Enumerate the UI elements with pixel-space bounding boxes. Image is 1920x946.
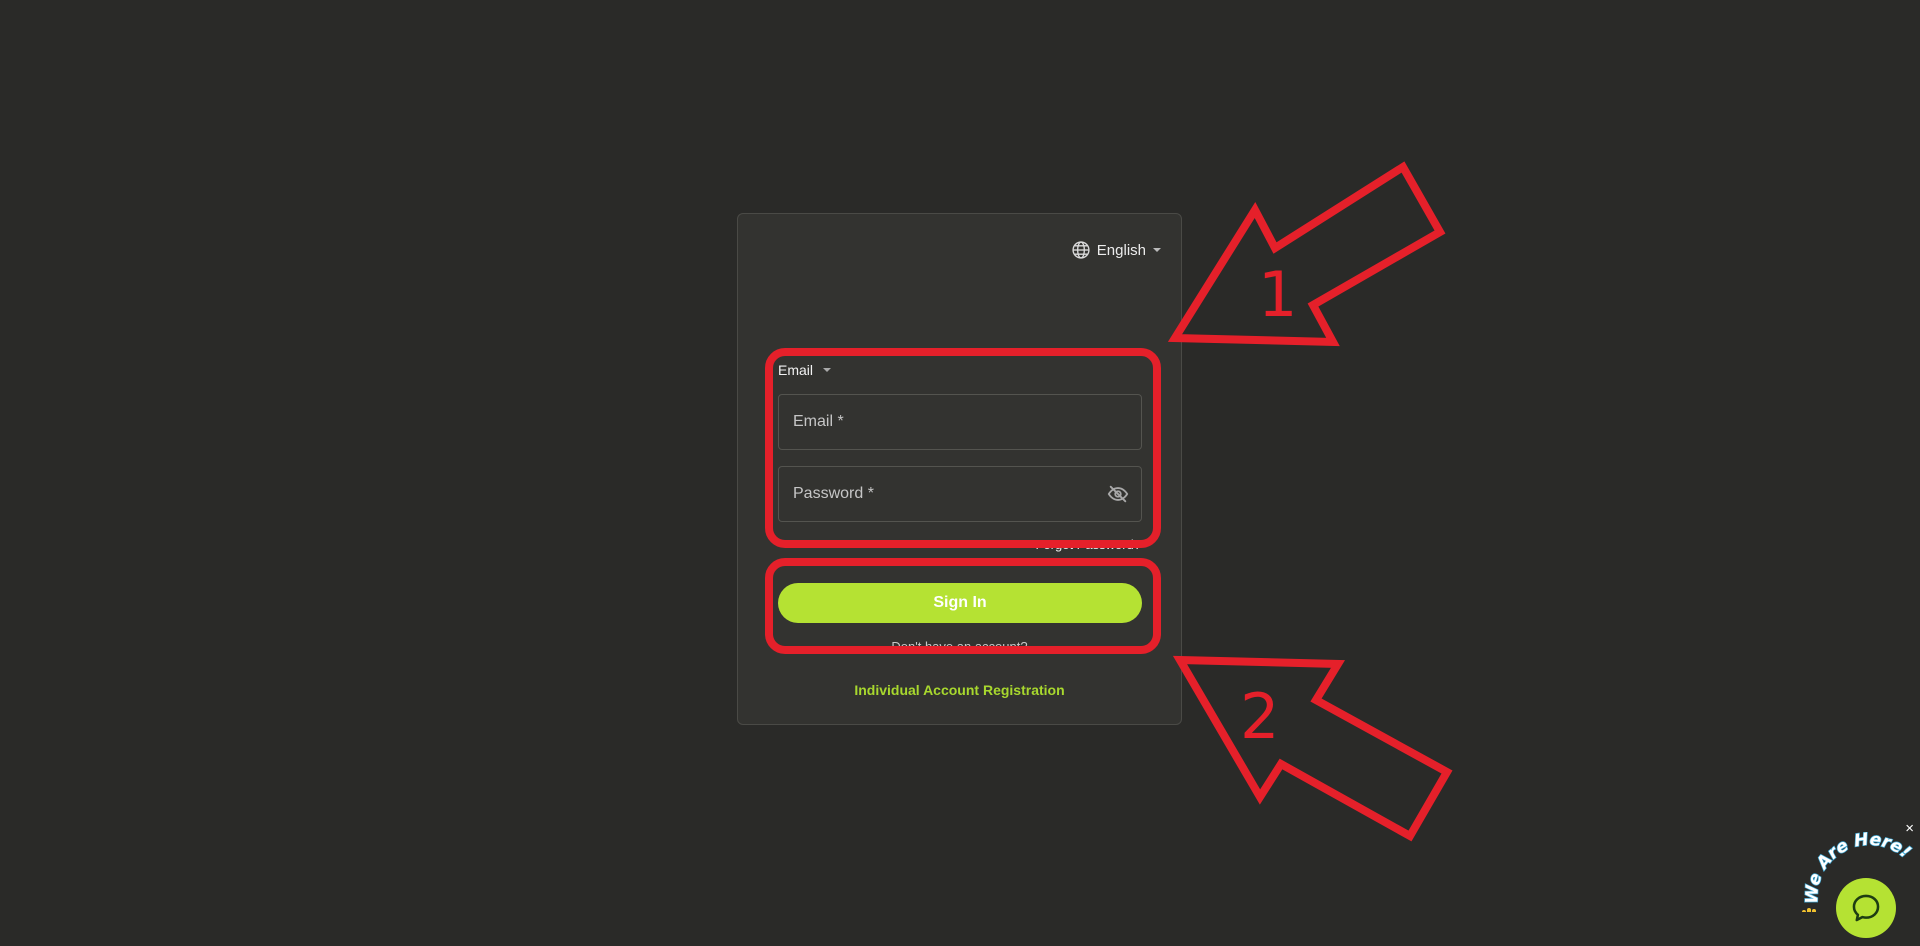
chat-bubble-icon <box>1852 894 1880 922</box>
forgot-password-link[interactable]: Forgot Password? <box>1036 537 1142 552</box>
chevron-down-icon <box>1153 248 1161 252</box>
login-method-label: Email <box>778 362 814 378</box>
register-link[interactable]: Individual Account Registration <box>738 682 1181 698</box>
language-selector[interactable]: English <box>1071 240 1161 260</box>
annotation-arrow-1-label: 1 <box>1258 258 1297 331</box>
login-page: English Email Forgot Password? Sign In D… <box>0 0 1920 946</box>
chat-widget: × We Are Here! <box>1796 821 1920 946</box>
sign-in-button[interactable]: Sign In <box>778 583 1142 623</box>
password-field[interactable] <box>778 466 1142 522</box>
globe-icon <box>1072 241 1090 259</box>
annotation-arrow-2-label: 2 <box>1240 680 1279 753</box>
password-input[interactable] <box>791 484 1107 504</box>
email-field[interactable] <box>778 394 1142 450</box>
annotation-arrow-1 <box>1167 161 1446 347</box>
login-card: English Email Forgot Password? Sign In D… <box>737 213 1182 725</box>
annotation-arrow-2 <box>1172 655 1453 842</box>
email-input[interactable] <box>791 412 1129 432</box>
chevron-down-icon <box>823 368 832 372</box>
wave-hand-icon <box>1802 908 1816 912</box>
language-label: English <box>1096 241 1146 259</box>
chat-open-button[interactable] <box>1836 878 1896 938</box>
login-method-selector[interactable]: Email <box>778 362 832 378</box>
secondary-link[interactable]: Don't have an account? <box>738 639 1181 654</box>
eye-off-icon[interactable] <box>1107 483 1129 505</box>
